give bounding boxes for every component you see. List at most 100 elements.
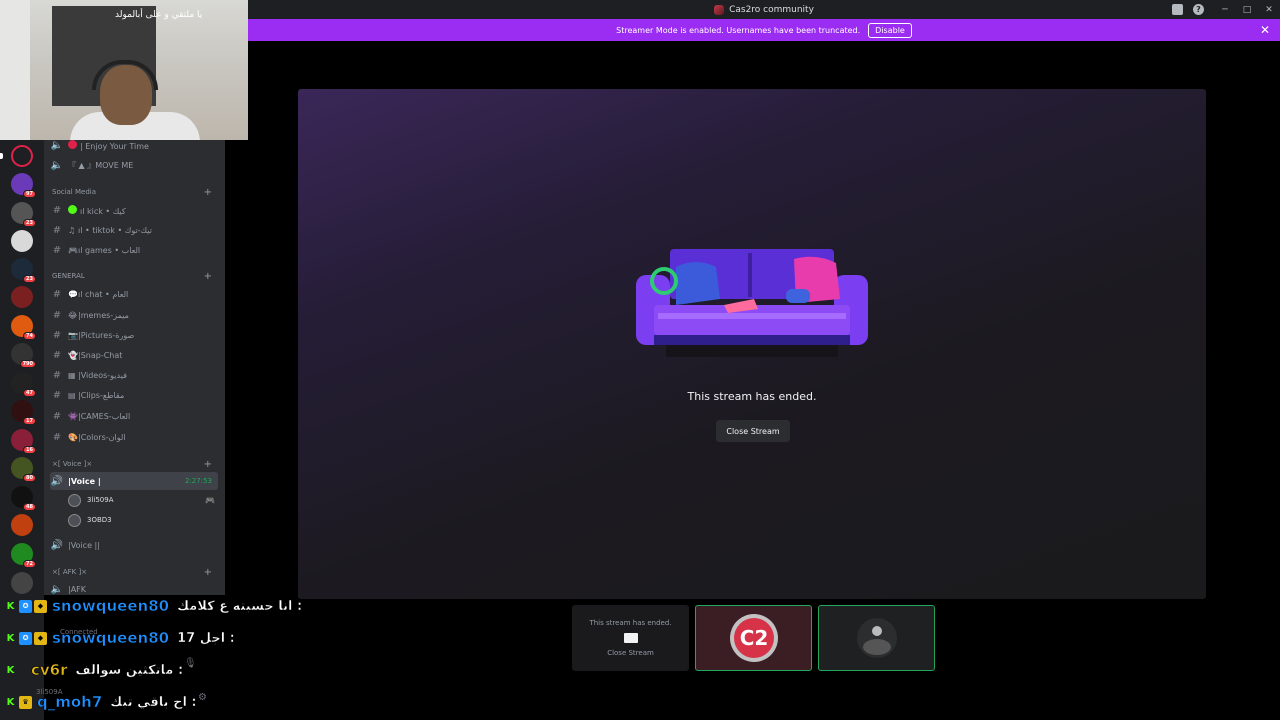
tile-ended-text: This stream has ended.: [589, 619, 672, 627]
channel-afk[interactable]: 🔈 |AFK: [50, 580, 218, 595]
server-icon-2[interactable]: 97: [11, 173, 36, 198]
category-social-media[interactable]: Social Media +: [52, 186, 212, 198]
participant-tile-server[interactable]: C2: [695, 605, 812, 671]
close-stream-button[interactable]: Close Stream: [716, 420, 790, 442]
server-badge: 23: [23, 275, 36, 283]
channel-label: |Pictures-صورة: [78, 330, 135, 340]
server-icon-4[interactable]: [11, 230, 33, 252]
category-label: GENERAL: [52, 272, 85, 280]
server-icon-10[interactable]: 17: [11, 400, 36, 425]
chat-text: ماتكثين سوالف :: [75, 662, 184, 678]
disable-streamer-mode-button[interactable]: Disable: [868, 22, 912, 38]
server-icon-9[interactable]: 47: [11, 372, 36, 397]
kick-badge-icon: K: [6, 600, 15, 612]
server-icon: [714, 4, 725, 15]
channel-label: ıl chat • العام: [78, 289, 129, 299]
chat-message: K cv6r ماتكثين سوالف :: [4, 659, 184, 681]
channel-label: ıl games • العاب: [78, 245, 141, 255]
voice-user-2[interactable]: 3OBD3: [68, 512, 112, 528]
unread-pill: [0, 153, 3, 159]
channel-sidebar: 🔈 | Enjoy Your Time 🔈 『 ▲ 』MOVE ME Socia…: [44, 140, 225, 595]
chat-username: snowqueen80: [52, 597, 170, 616]
category-general[interactable]: GENERAL +: [52, 270, 212, 282]
banner-text: Streamer Mode is enabled. Usernames have…: [616, 25, 861, 35]
category-label: ×[ AFK ]×: [52, 568, 88, 576]
window-title: Cas2ro community: [714, 4, 814, 15]
add-channel-icon[interactable]: +: [204, 567, 212, 578]
channel-move-me[interactable]: 🔈 『 ▲ 』MOVE ME: [50, 156, 218, 174]
channel-chat[interactable]: # 💬ıl chat • العام: [50, 285, 218, 303]
hash-icon: #: [52, 369, 62, 381]
tile-close-stream[interactable]: Close Stream: [607, 649, 654, 657]
stream-tile[interactable]: This stream has ended. Close Stream: [572, 605, 689, 671]
channel-label: |Voice ||: [68, 540, 100, 550]
speaker-icon: 🔈: [50, 140, 64, 151]
chat-username: q_moh7: [37, 693, 103, 712]
channel-emoji-icon: [68, 140, 77, 149]
kick-emoji-icon: [68, 204, 77, 214]
server-icon-15[interactable]: 72: [11, 543, 36, 568]
channel-label: |AFK: [68, 584, 87, 594]
voice-channel-1[interactable]: 🔊 |Voice | 2:27:53: [50, 472, 218, 490]
server-icon-13[interactable]: 48: [11, 486, 36, 511]
main-stream-area: This stream has ended. Close Stream: [248, 41, 1280, 601]
channel-clips[interactable]: # ▤ |Clips-مقاطع: [50, 386, 218, 404]
server-icon-11[interactable]: 16: [11, 429, 36, 454]
channel-memes[interactable]: # 😂|memes-ميمز: [50, 306, 218, 324]
channel-label: |CAMES-العاب: [78, 411, 131, 421]
server-icon-12[interactable]: 80: [11, 457, 36, 482]
server-icon-8[interactable]: 790: [11, 343, 36, 368]
channel-videos[interactable]: # ▦ |Videos-فيديو: [50, 366, 218, 384]
chat-text: انا حسبته ع كلامك :: [177, 598, 303, 614]
hash-icon: #: [52, 288, 62, 300]
channel-cames[interactable]: # 👾|CAMES-العاب: [50, 407, 218, 425]
stream-ended-text: This stream has ended.: [687, 390, 817, 403]
speaker-icon: 🔈: [50, 583, 64, 595]
server-badge: 17: [23, 417, 36, 425]
help-icon[interactable]: ?: [1193, 4, 1204, 15]
add-channel-icon[interactable]: +: [204, 459, 212, 470]
channel-label: | Enjoy Your Time: [80, 141, 149, 151]
add-channel-icon[interactable]: +: [204, 271, 212, 282]
camera-icon: 📷: [68, 330, 78, 340]
chat-message: K ♛ q_moh7 اح باقي تبك :: [4, 691, 197, 713]
server-badge: 16: [23, 446, 36, 454]
hash-icon: #: [52, 431, 62, 443]
hash-icon: #: [52, 309, 62, 321]
participant-tile-user[interactable]: [818, 605, 935, 671]
channel-kick[interactable]: # ıl kick • كيك: [50, 201, 218, 219]
category-voice[interactable]: ×[ Voice ]× +: [52, 458, 212, 470]
speaker-icon: 🔈: [50, 159, 64, 171]
category-afk[interactable]: ×[ AFK ]× +: [52, 566, 212, 578]
speaker-icon: 🔊: [50, 475, 64, 487]
speech-bubble-icon: 💬: [68, 289, 78, 299]
server-icon-7[interactable]: 74: [11, 315, 36, 340]
channel-colors[interactable]: # 🎨|Colors-الوان: [50, 428, 218, 446]
title-bar: Cas2ro community ? ─ □ ✕: [248, 0, 1280, 19]
voice-timer: 2:27:53: [185, 477, 212, 485]
svg-text:C2: C2: [739, 626, 768, 650]
inbox-icon[interactable]: [1172, 4, 1183, 15]
game-activity-icon: 🎮: [205, 496, 215, 505]
server-icon-6[interactable]: [11, 286, 33, 308]
channel-tiktok[interactable]: # ♫ ıl • tiktok • تيك-توك: [50, 221, 218, 239]
add-channel-icon[interactable]: +: [204, 187, 212, 198]
minimize-button[interactable]: ─: [1214, 0, 1236, 19]
server-icon-5[interactable]: 23: [11, 258, 36, 283]
category-label: ×[ Voice ]×: [52, 460, 93, 468]
server-icon-14[interactable]: [11, 514, 33, 536]
server-icon-1[interactable]: [11, 145, 33, 167]
maximize-button[interactable]: □: [1236, 0, 1258, 19]
voice-channel-2[interactable]: 🔊 |Voice ||: [50, 536, 218, 554]
banner-close-icon[interactable]: ✕: [1260, 23, 1270, 37]
server-icon-3[interactable]: 23: [11, 202, 36, 227]
channel-enjoy-your-time[interactable]: 🔈 | Enjoy Your Time: [50, 140, 218, 154]
speaker-icon: 🔊: [50, 539, 64, 551]
channel-games[interactable]: # 🎮ıl games • العاب: [50, 241, 218, 259]
close-window-button[interactable]: ✕: [1258, 0, 1280, 19]
channel-pictures[interactable]: # 📷|Pictures-صورة: [50, 326, 218, 344]
channel-label: |memes-ميمز: [78, 310, 129, 320]
channel-snap-chat[interactable]: # 👻|Snap-Chat: [50, 346, 218, 364]
voice-user-1[interactable]: 3li509A: [68, 492, 114, 508]
server-icon-16[interactable]: [11, 572, 33, 594]
